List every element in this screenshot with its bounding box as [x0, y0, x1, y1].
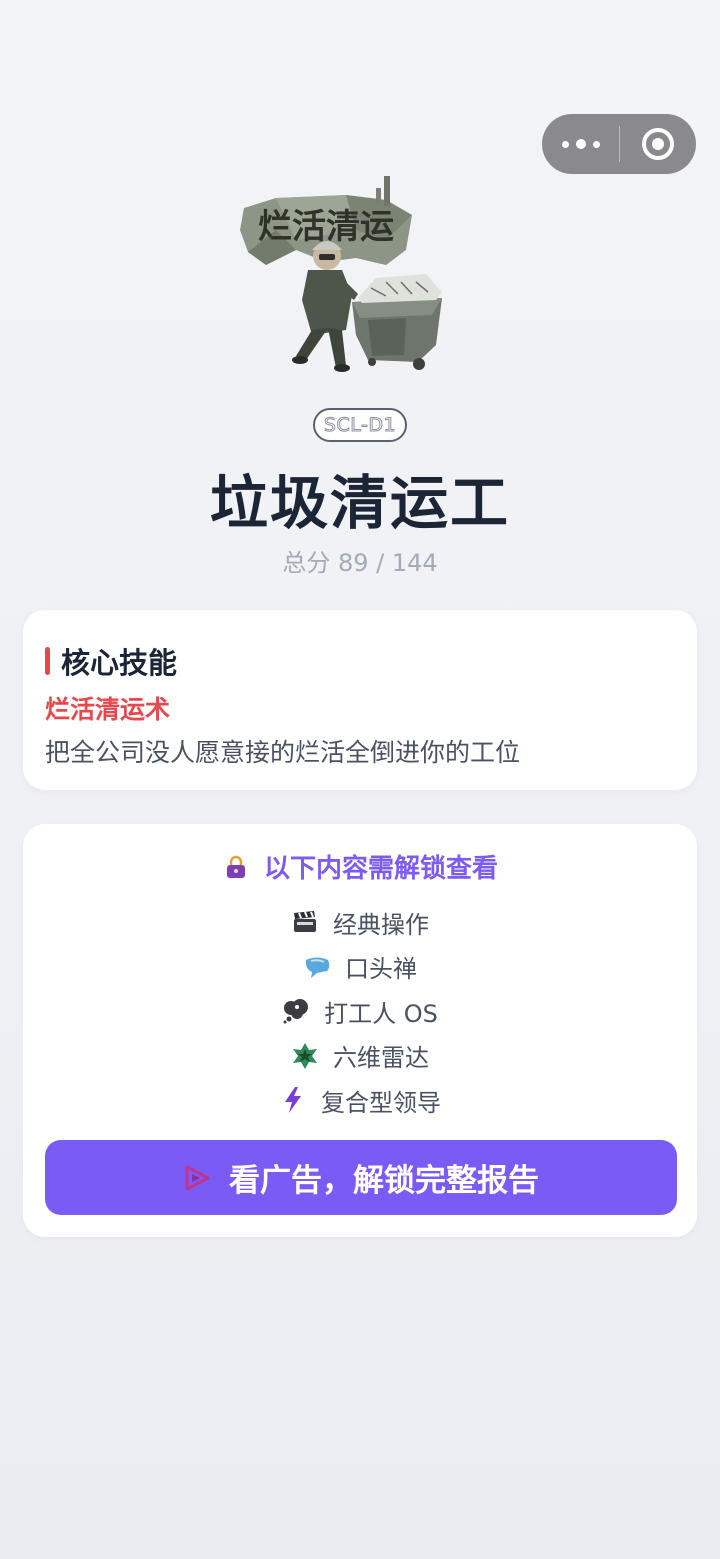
list-item-label: 打工人 OS — [324, 999, 438, 1028]
locked-items-list: 经典操作 口头禅 打工人 OS 六维雷达 复合型领导 — [23, 900, 697, 1123]
lock-icon — [222, 853, 250, 881]
locked-content-card: 以下内容需解锁查看 经典操作 口头禅 打工人 OS 六维雷达 复合型领导 看广告… — [23, 824, 697, 1237]
list-item-label: 六维雷达 — [333, 1044, 429, 1073]
page-title: 垃圾清运工 — [209, 469, 510, 537]
dot-icon — [592, 140, 600, 148]
clapperboard-icon — [291, 908, 319, 936]
star-badge-icon — [291, 1042, 319, 1070]
skill-description: 把全公司没人愿意接的烂活全倒进你的工位 — [45, 738, 521, 767]
speech-bubble-icon — [303, 953, 331, 981]
list-item: 六维雷达 — [23, 1034, 697, 1079]
close-miniprogram-button[interactable] — [620, 114, 696, 174]
list-item: 经典操作 — [23, 900, 697, 945]
thought-bubble-icon — [282, 997, 310, 1025]
watch-ad-unlock-button[interactable]: 看广告，解锁完整报告 — [45, 1140, 677, 1215]
play-icon — [183, 1164, 211, 1192]
list-item-label: 复合型领导 — [321, 1088, 441, 1117]
lightning-icon — [279, 1086, 307, 1114]
core-skill-card: 核心技能 烂活清运术 把全公司没人愿意接的烂活全倒进你的工位 — [23, 610, 697, 790]
total-score: 总分 89 / 144 — [282, 549, 438, 577]
illustration-label: 烂活清运 — [258, 207, 394, 247]
list-item-label: 经典操作 — [333, 910, 429, 939]
core-skill-heading-label: 核心技能 — [61, 646, 178, 680]
locked-title-label: 以下内容需解锁查看 — [263, 854, 498, 884]
watch-ad-unlock-label: 看广告，解锁完整报告 — [229, 1163, 539, 1199]
miniprogram-capsule — [542, 114, 696, 174]
more-menu-button[interactable] — [542, 114, 619, 174]
type-code-badge: SCL-D1 — [313, 408, 407, 442]
list-item: 打工人 OS — [23, 989, 697, 1034]
accent-bar — [45, 647, 50, 675]
dot-icon — [561, 140, 569, 148]
list-item-label: 口头禅 — [345, 955, 417, 984]
garbage-worker-illustration: 烂活清运 — [240, 176, 442, 372]
core-skill-heading: 核心技能 — [45, 640, 177, 682]
locked-title: 以下内容需解锁查看 — [23, 848, 697, 885]
list-item: 口头禅 — [23, 945, 697, 990]
skill-name: 烂活清运术 — [45, 695, 171, 724]
target-icon — [642, 128, 674, 160]
list-item: 复合型领导 — [23, 1078, 697, 1123]
dot-icon — [575, 139, 586, 149]
